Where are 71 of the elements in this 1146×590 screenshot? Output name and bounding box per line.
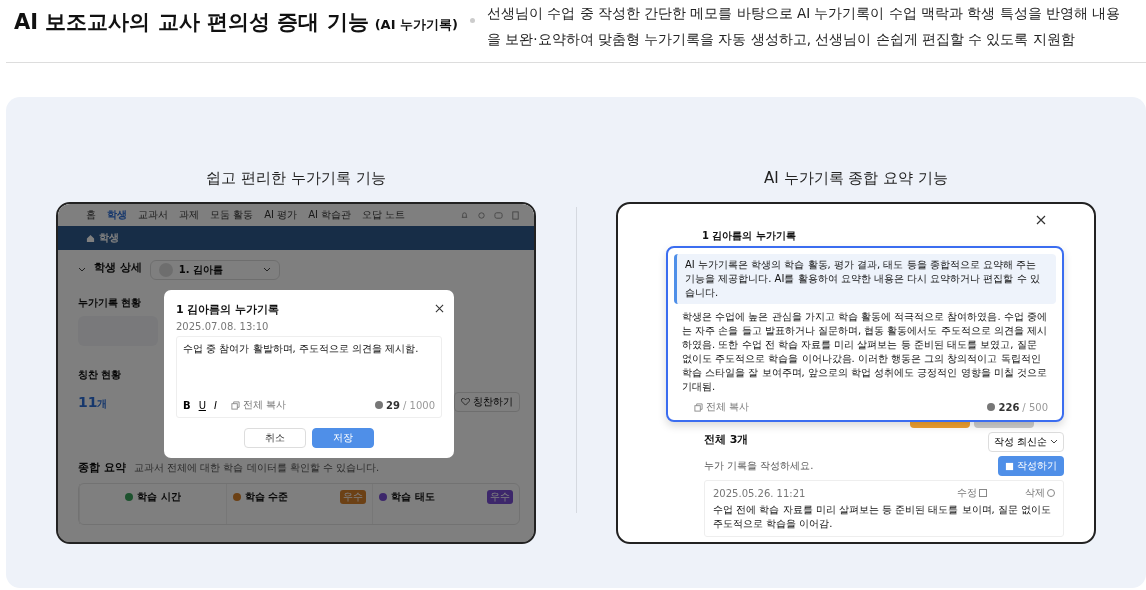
- character-counter: 29 / 1000: [375, 399, 435, 411]
- chat-icon[interactable]: [494, 210, 503, 220]
- category-icon: [232, 493, 241, 501]
- nav-item[interactable]: 홈: [86, 208, 96, 222]
- bullet-dot: [469, 18, 475, 23]
- settings-icon[interactable]: [477, 210, 486, 220]
- record-total: 전체 3개: [704, 432, 749, 447]
- close-icon[interactable]: [435, 304, 444, 313]
- grade-badge: 우수: [487, 490, 513, 504]
- dot-icon: [375, 401, 384, 409]
- record-date: 2025.05.26. 11:21: [713, 487, 806, 499]
- pencil-icon: [1005, 461, 1014, 471]
- feature-description: 선생님이 수업 중 작성한 간단한 메모를 바탕으로 AI 누가기록이 수업 맥락과 학생 특성을 반영해 내용을 보완·요약하여 맞춤형 누가기록을 자동 생성하고, 선생님이 손쉽게 편집할 수 있도록 지원함: [486, 4, 1122, 49]
- delete-icon: [1047, 489, 1055, 497]
- chevron-down-icon: [262, 267, 271, 273]
- sort-dropdown[interactable]: 작성 최신순: [987, 432, 1064, 452]
- copy-icon: [230, 400, 240, 410]
- edit-icon: [979, 489, 987, 497]
- ai-notice: AI 누가기록은 학생의 학습 활동, 평가 결과, 태도 등을 종합적으로 요약해 주는 기능을 제공합니다. AI를 활용하여 요약한 내용은 다시 요약하거나 편집할 수 있습니다.: [674, 254, 1056, 304]
- delete-button[interactable]: 삭제: [1025, 486, 1055, 500]
- record-title: 1 김아름의 누가기록: [702, 229, 797, 243]
- praise-button[interactable]: 칭찬하기: [454, 392, 520, 412]
- card-title: 학습 수준: [244, 490, 289, 504]
- chevron-down-icon: [1050, 439, 1058, 445]
- bold-button[interactable]: B: [183, 399, 191, 411]
- italic-button[interactable]: I: [213, 399, 217, 411]
- section-description: 교과서 전체에 대한 학습 데이터를 확인할 수 있습니다.: [133, 460, 380, 475]
- bell-icon[interactable]: [460, 210, 469, 220]
- dot-icon: [987, 403, 996, 411]
- section-title: 칭찬 현황: [78, 368, 122, 382]
- back-chevron-icon: [78, 267, 86, 273]
- document-icon[interactable]: [511, 210, 520, 220]
- praise-count: 11개: [78, 393, 108, 411]
- copy-icon: [694, 402, 703, 412]
- heart-icon: [461, 398, 470, 406]
- category-icon: [125, 493, 134, 501]
- save-button[interactable]: 저장: [312, 428, 374, 448]
- write-hint: 누가 기록을 작성하세요.: [704, 459, 814, 473]
- nav-item[interactable]: 오답 노트: [362, 208, 406, 222]
- nav-item[interactable]: AI 평가: [264, 208, 298, 222]
- page-title: AI 보조교사의 교사 편의성 증대 기능 (AI 누가기록): [14, 9, 458, 36]
- section-title: 누가기록 현황: [78, 296, 142, 310]
- breadcrumb-text: 학생: [99, 231, 119, 245]
- close-icon[interactable]: [1036, 215, 1046, 225]
- record-text: 수업 전에 학습 자료를 미리 살펴보는 등 준비된 태도를 보이며, 질문 없이도 주도적으로 학습을 이어감.: [713, 503, 1053, 531]
- home-icon: [86, 233, 95, 243]
- cancel-button[interactable]: 취소: [244, 428, 306, 448]
- record-input[interactable]: 수업 중 참여가 활발하며, 주도적으로 의견을 제시함. B U I 전체 복사 29 / 1000: [176, 336, 442, 418]
- dialog-date: 2025.07.08. 13:10: [176, 321, 270, 332]
- dialog-title: 1 김아름의 누가기록: [176, 302, 280, 317]
- nav-item[interactable]: AI 학습관: [308, 208, 352, 222]
- nav-item[interactable]: 교과서: [138, 208, 168, 222]
- card-title: 학습 태도: [391, 490, 435, 504]
- grade-badge: 우수: [340, 490, 367, 504]
- card-title: 학습 시간: [137, 490, 181, 504]
- summary-text: 학생은 수업에 높은 관심을 가지고 학습 활동에 적극적으로 참여하였음. 수업 중에는 자주 손을 들고 발표하거나 질문하며, 협동 활동에서도 주도적으로 의견을 제시하였음. 또한 수업 전 학습 자료를 미리 살펴보는 등 준비된 태도를 보였고, 질문 없이도 주도적으로 학습을 이어나갔음. 이러한 행동은 그의 창의적이고 독립적인 학습 스타일을 잘 보여주며, 앞으로의 학업 성취에도 긍정적인 영향을 미칠 것으로 기대됨.: [681, 310, 1048, 394]
- edit-button[interactable]: 수정: [957, 486, 987, 500]
- nav-item[interactable]: 과제: [179, 208, 199, 222]
- category-icon: [379, 493, 388, 501]
- nav-item[interactable]: 모둠 활동: [210, 208, 254, 222]
- character-counter: 226 / 500: [987, 401, 1048, 413]
- page-subtitle: (AI 누가기록): [374, 17, 458, 32]
- section-title: 종합 요약: [78, 460, 126, 475]
- underline-button[interactable]: U: [198, 399, 206, 411]
- copy-all-button[interactable]: 전체 복사: [694, 400, 750, 414]
- section-title: 학생 상세: [94, 260, 142, 275]
- nav-item[interactable]: 학생: [107, 208, 127, 222]
- write-button[interactable]: 작성하기: [998, 456, 1064, 476]
- feature-heading: 쉽고 편리한 누가기록 기능: [206, 169, 386, 188]
- feature-heading: AI 누가기록 종합 요약 기능: [764, 169, 948, 188]
- student-select[interactable]: 1. 김아름: [149, 260, 280, 280]
